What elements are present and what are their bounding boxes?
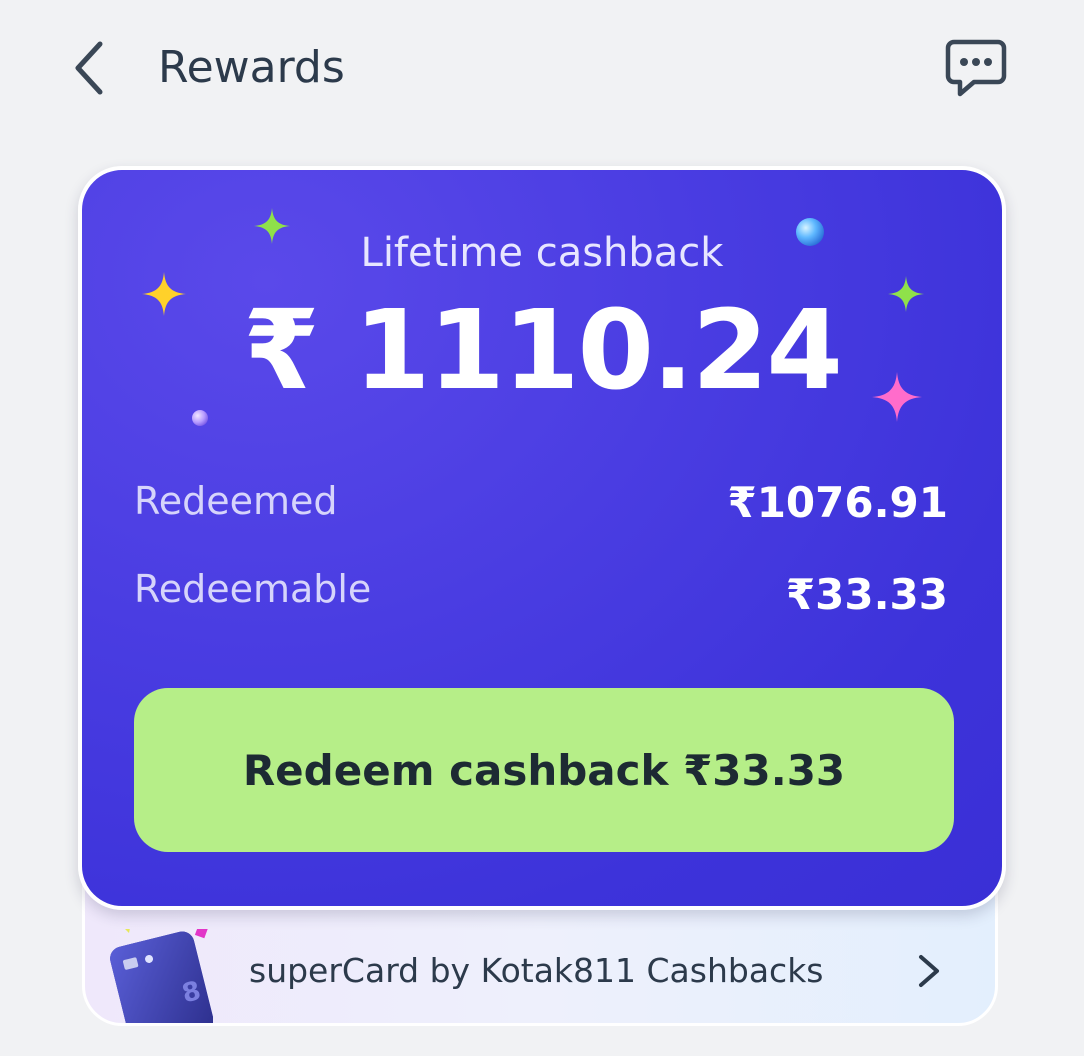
lifetime-cashback-card: Lifetime cashback ₹ 1110.24 Redeemed ₹10… <box>78 166 1006 910</box>
rewards-screen: Rewards 8 superCard by Kotak811 Cashback… <box>0 0 1084 1056</box>
chat-button[interactable] <box>940 34 1012 102</box>
redeemed-value: ₹1076.91 <box>727 478 948 527</box>
chat-bubble-icon <box>945 39 1007 97</box>
redeemable-value: ₹33.33 <box>785 570 948 619</box>
chevron-right-icon <box>919 955 939 987</box>
back-button[interactable] <box>60 36 120 100</box>
redeem-cashback-button[interactable]: Redeem cashback ₹33.33 <box>134 688 954 852</box>
page-title: Rewards <box>158 42 345 93</box>
offer-label: superCard by Kotak811 Cashbacks <box>249 951 824 990</box>
lifetime-cashback-label: Lifetime cashback <box>360 230 724 276</box>
lifetime-cashback-value: ₹ 1110.24 <box>243 286 843 414</box>
redeemed-label: Redeemed <box>134 479 338 523</box>
credit-card-image: 8 <box>110 929 213 1023</box>
chevron-left-icon <box>75 41 103 95</box>
redeemable-label: Redeemable <box>134 567 372 611</box>
redeem-cashback-label: Redeem cashback ₹33.33 <box>242 745 846 795</box>
header: Rewards <box>0 0 1084 140</box>
